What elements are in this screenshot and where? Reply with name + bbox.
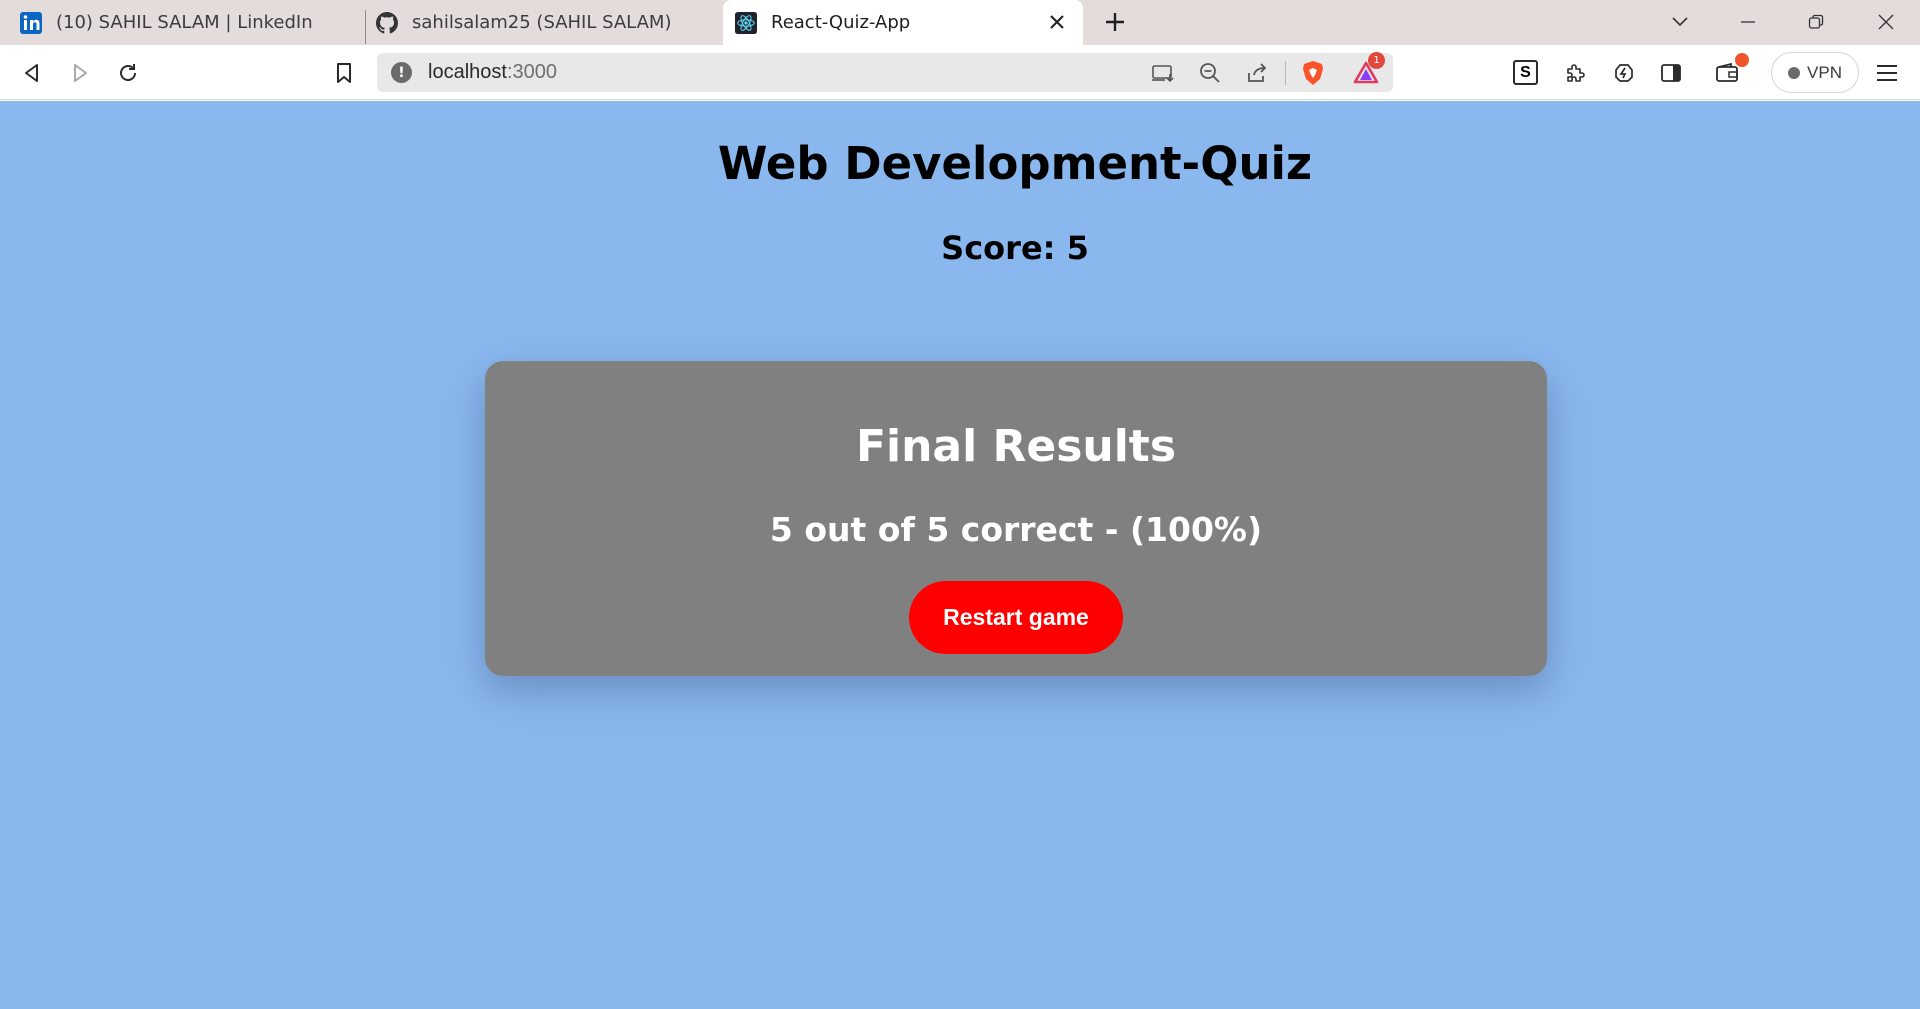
extensions-puzzle-icon[interactable] [1561, 59, 1589, 87]
url-text[interactable]: localhost:3000 [428, 61, 557, 84]
zoom-out-icon[interactable] [1197, 60, 1223, 86]
menu-hamburger-icon[interactable] [1873, 59, 1901, 87]
tab-title: React-Quiz-App [771, 12, 911, 33]
vpn-label: VPN [1807, 62, 1842, 82]
address-bar[interactable]: ! localhost:3000 1 [377, 52, 1393, 92]
linkedin-icon [20, 11, 42, 34]
tab-react-quiz-app[interactable]: React-Quiz-App [723, 0, 1083, 45]
new-tab-plus-icon[interactable] [1101, 8, 1129, 36]
reload-icon[interactable] [114, 59, 142, 87]
back-arrow-icon[interactable] [18, 59, 46, 87]
close-window-icon[interactable] [1871, 8, 1901, 36]
brave-shields-icon[interactable] [1300, 60, 1326, 86]
tab-search-chevron-down-icon[interactable] [1665, 8, 1695, 36]
tab-linkedin[interactable]: (10) SAHIL SALAM | LinkedIn [20, 0, 360, 45]
final-results-title: Final Results [855, 421, 1177, 472]
share-icon[interactable] [1244, 60, 1270, 86]
github-icon [376, 11, 398, 34]
quiz-page: Web Development-Quiz Score: 5 Final Resu… [0, 101, 1920, 1009]
vpn-status-dot [1788, 66, 1801, 79]
restore-window-icon[interactable] [1801, 8, 1831, 36]
results-summary: 5 out of 5 correct - (100%) [769, 510, 1263, 549]
site-info-icon[interactable]: ! [391, 62, 412, 83]
tab-title: (10) SAHIL SALAM | LinkedIn [56, 12, 313, 33]
tab-title: sahilsalam25 (SAHIL SALAM) [412, 12, 672, 33]
install-app-icon[interactable] [1150, 60, 1176, 86]
browser-tab-strip: (10) SAHIL SALAM | LinkedIn sahilsalam25… [0, 0, 1920, 45]
wallet-icon[interactable] [1713, 53, 1749, 87]
rewards-badge: 1 [1368, 52, 1385, 69]
final-results-card: Final Results 5 out of 5 correct - (100%… [485, 361, 1547, 676]
quiz-title: Web Development-Quiz [717, 137, 1313, 190]
extension-s-icon[interactable]: S [1513, 60, 1538, 85]
tab-github[interactable]: sahilsalam25 (SAHIL SALAM) [376, 0, 716, 45]
vpn-button[interactable]: VPN [1771, 52, 1859, 93]
tab-divider [365, 10, 366, 44]
close-tab-icon[interactable] [1045, 10, 1069, 34]
forward-arrow-icon[interactable] [66, 59, 94, 87]
score-display: Score: 5 [941, 229, 1089, 267]
leo-ai-icon[interactable] [1610, 59, 1638, 87]
react-icon [735, 11, 757, 34]
minimize-icon[interactable] [1733, 8, 1763, 36]
bookmark-icon[interactable] [330, 59, 358, 87]
wallet-notification-dot [1735, 53, 1749, 67]
omnibox-divider [1285, 61, 1286, 85]
browser-toolbar: ! localhost:3000 1 S VPN [0, 45, 1920, 100]
restart-game-button[interactable]: Restart game [909, 581, 1123, 654]
brave-rewards-icon[interactable]: 1 [1353, 52, 1385, 86]
sidebar-toggle-icon[interactable] [1657, 59, 1685, 87]
